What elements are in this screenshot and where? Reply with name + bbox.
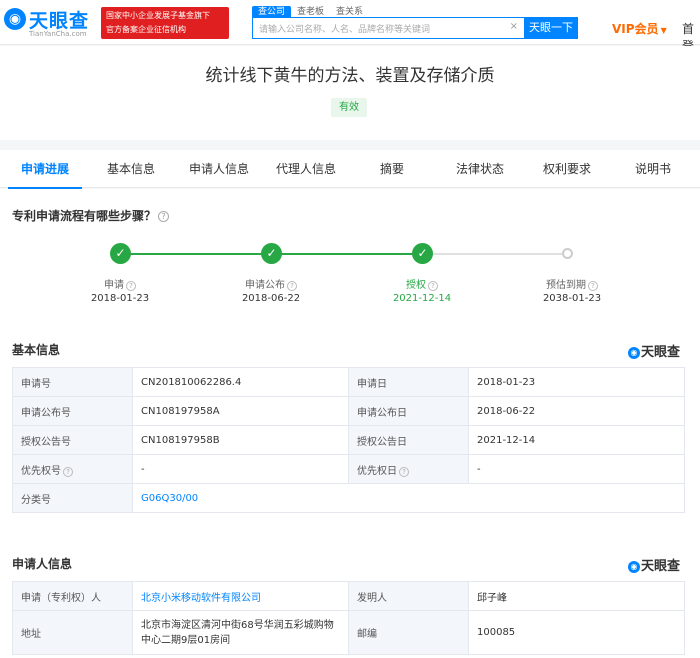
cell-value: 100085 bbox=[468, 610, 685, 655]
tab-agent-info[interactable]: 代理人信息 bbox=[268, 150, 344, 188]
tianyancha-watermark: ◉ 天眼查 bbox=[628, 555, 680, 574]
address-value: 北京市海淀区清河中街68号华润五彩城购物 中心二期9层01房间 bbox=[132, 610, 349, 655]
cell-value: - bbox=[468, 454, 685, 484]
tab-progress[interactable]: 申请进展 bbox=[8, 150, 82, 189]
cell-label: 申请公布日 bbox=[348, 396, 469, 426]
cell-value: - bbox=[132, 454, 349, 484]
tab-description[interactable]: 说明书 bbox=[622, 150, 684, 188]
applicant-company-link[interactable]: 北京小米移动软件有限公司 bbox=[132, 581, 349, 611]
step-label: 预估到期? bbox=[512, 276, 632, 291]
cell-value: CN108197958B bbox=[132, 425, 349, 455]
cell-value: 2021-12-14 bbox=[468, 425, 685, 455]
step-help-icon[interactable]: ? bbox=[287, 281, 297, 291]
cell-label: 地址 bbox=[12, 610, 133, 655]
table-row: 地址 北京市海淀区清河中街68号华润五彩城购物 中心二期9层01房间 邮编 100… bbox=[12, 610, 685, 655]
applicant-info-table: 申请（专利权）人 北京小米移动软件有限公司 发明人 邱子峰 地址 北京市海淀区清… bbox=[12, 581, 685, 655]
tab-legal-status[interactable]: 法律状态 bbox=[445, 150, 515, 188]
help-icon[interactable]: ? bbox=[399, 466, 409, 477]
tianyancha-watermark: ◉ 天眼查 bbox=[628, 341, 680, 360]
cell-label: 申请（专利权）人 bbox=[12, 581, 133, 611]
tab-abstract[interactable]: 摘要 bbox=[362, 150, 422, 188]
table-row: 申请号 CN201810062286.4 申请日 2018-01-23 bbox=[12, 367, 685, 397]
classification-link[interactable]: G06Q30/00 bbox=[132, 483, 685, 513]
step-date: 2038-01-23 bbox=[542, 293, 602, 304]
step-label: 申请? bbox=[60, 276, 180, 291]
step-date: 2018-06-22 bbox=[241, 293, 301, 304]
logo-domain: TianYanCha.com bbox=[29, 30, 87, 38]
table-row: 授权公告号 CN108197958B 授权公告日 2021-12-14 bbox=[12, 425, 685, 455]
step-help-icon[interactable]: ? bbox=[126, 281, 136, 291]
vip-menu[interactable]: VIP会员 ▼ bbox=[612, 20, 667, 37]
status-badge: 有效 bbox=[331, 98, 367, 117]
cell-value: CN201810062286.4 bbox=[132, 367, 349, 397]
cell-label: 授权公告日 bbox=[348, 425, 469, 455]
cell-label: 申请号 bbox=[12, 367, 133, 397]
eye-logo-icon: ◉ bbox=[4, 8, 26, 30]
cell-value: 2018-01-23 bbox=[468, 367, 685, 397]
cell-value: 2018-06-22 bbox=[468, 396, 685, 426]
question-help-icon[interactable]: ? bbox=[158, 211, 170, 222]
search-placeholder: 请输入公司名称、人名、品牌名称等关键词 bbox=[259, 25, 431, 35]
search-button[interactable]: 天眼一下 bbox=[524, 17, 578, 39]
vip-label: VIP会员 bbox=[612, 22, 659, 36]
patent-title: 统计线下黄牛的方法、装置及存储介质 bbox=[205, 66, 495, 86]
cell-label: 优先权号? bbox=[12, 454, 133, 484]
basic-info-table: 申请号 CN201810062286.4 申请日 2018-01-23 申请公布… bbox=[12, 367, 685, 513]
step-date: 2018-01-23 bbox=[90, 293, 150, 304]
chevron-down-icon: ▼ bbox=[660, 26, 667, 35]
step-help-icon[interactable]: ? bbox=[428, 281, 438, 291]
step-check-icon: ✓ bbox=[110, 243, 131, 264]
cell-label: 分类号 bbox=[12, 483, 133, 513]
table-row: 申请公布号 CN108197958A 申请公布日 2018-06-22 bbox=[12, 396, 685, 426]
top-header: ◉ 天眼查 TianYanCha.com 国家中小企业发展子基金旗下 官方备案企… bbox=[0, 0, 700, 53]
step-date: 2021-12-14 bbox=[392, 293, 452, 304]
table-row: 分类号 G06Q30/00 bbox=[12, 483, 685, 513]
patent-title-card: 统计线下黄牛的方法、装置及存储介质 有效 bbox=[0, 46, 700, 140]
main-content: 专利申请流程有哪些步骤？? ✓ ✓ ✓ 申请? 2018-01-23 申请公布?… bbox=[0, 189, 700, 658]
eye-logo-icon: ◉ bbox=[628, 347, 640, 359]
step-check-icon: ✓ bbox=[412, 243, 433, 264]
cell-value: 邱子峰 bbox=[468, 581, 685, 611]
eye-logo-icon: ◉ bbox=[628, 561, 640, 573]
detail-tabs: 申请进展 基本信息 申请人信息 代理人信息 摘要 法律状态 权利要求 说明书 bbox=[0, 150, 700, 189]
badge-line-2: 官方备案企业征信机构 bbox=[106, 25, 186, 34]
help-icon[interactable]: ? bbox=[63, 466, 73, 477]
progress-question: 专利申请流程有哪些步骤？? bbox=[12, 207, 170, 224]
step-help-icon[interactable]: ? bbox=[588, 281, 598, 291]
applicant-info-title: 申请人信息 bbox=[12, 557, 73, 571]
cell-label: 申请公布号 bbox=[12, 396, 133, 426]
table-row: 申请（专利权）人 北京小米移动软件有限公司 发明人 邱子峰 bbox=[12, 581, 685, 611]
badge-line-1: 国家中小企业发展子基金旗下 bbox=[106, 11, 210, 20]
step-label: 授权? bbox=[362, 276, 482, 291]
tab-applicant-info[interactable]: 申请人信息 bbox=[181, 150, 257, 188]
search-type-tabs: 查公司 查老板 查关系 bbox=[252, 3, 369, 19]
step-check-icon: ✓ bbox=[261, 243, 282, 264]
cell-label: 优先权日? bbox=[348, 454, 469, 484]
search-input[interactable]: 请输入公司名称、人名、品牌名称等关键词 × bbox=[252, 17, 524, 39]
basic-info-title: 基本信息 bbox=[12, 343, 61, 357]
cell-label: 授权公告号 bbox=[12, 425, 133, 455]
progress-line-pending bbox=[422, 253, 568, 255]
step-pending-dot bbox=[562, 248, 573, 259]
official-badge[interactable]: 国家中小企业发展子基金旗下 官方备案企业征信机构 bbox=[101, 7, 229, 39]
cell-value: CN108197958A bbox=[132, 396, 349, 426]
logo-text: 天眼查 bbox=[29, 10, 90, 32]
cell-label: 发明人 bbox=[348, 581, 469, 611]
tab-basic-info[interactable]: 基本信息 bbox=[95, 150, 167, 188]
step-label: 申请公布? bbox=[211, 276, 331, 291]
table-row: 优先权号? - 优先权日? - bbox=[12, 454, 685, 484]
cell-label: 申请日 bbox=[348, 367, 469, 397]
tab-claims[interactable]: 权利要求 bbox=[532, 150, 602, 188]
tianyancha-logo[interactable]: ◉ 天眼查 TianYanCha.com bbox=[4, 6, 99, 40]
clear-icon[interactable]: × bbox=[510, 21, 518, 32]
cell-label: 邮编 bbox=[348, 610, 469, 655]
